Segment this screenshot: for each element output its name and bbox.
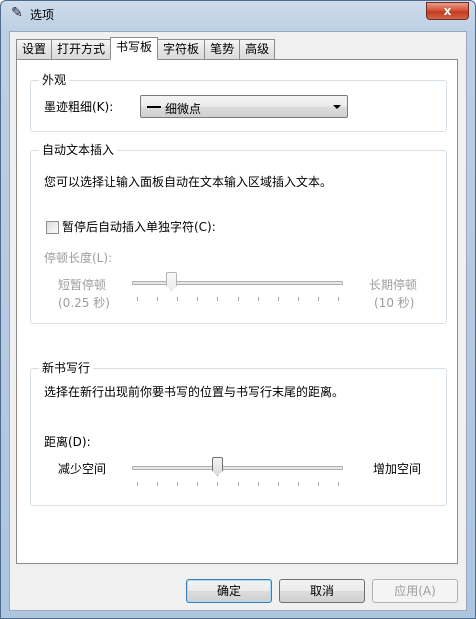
slider-tick [197,297,198,301]
slider-tick [238,482,239,486]
slider-tick [258,297,259,301]
ink-thickness-label: 墨迹粗细(K): [44,100,114,114]
pause-slider-track[interactable] [132,281,343,285]
pause-long-sublabel: (10 秒) [374,296,415,310]
tab-advanced[interactable]: 高级 [239,39,276,60]
pause-short-label: 短暂停顿 [58,278,107,292]
slider-tick [217,297,218,301]
distance-slider-track[interactable] [132,466,343,470]
slider-tick [338,482,339,486]
pause-short-sublabel: (0.25 秒) [58,296,110,310]
slider-tick [177,482,178,486]
tab-open-method[interactable]: 打开方式 [51,39,112,60]
slider-tick [197,482,198,486]
chevron-down-icon [333,105,341,109]
slider-tick [137,482,138,486]
pause-length-label: 停顿长度(L): [44,251,113,265]
new-line-group-title: 新书写行 [39,361,94,375]
slider-tick [137,297,138,301]
new-line-description: 选择在新行出现前你要书写的位置与书写行末尾的距离。 [44,385,345,399]
slider-tick [278,297,279,301]
distance-label: 距离(D): [44,435,91,449]
apply-button[interactable]: 应用(A) [372,579,458,603]
tab-character-pad[interactable]: 字符板 [157,39,206,60]
dialog-client-area: 设置 打开方式 书写板 字符板 笔势 高级 外观 墨迹粗细(K): 细微点 自动… [9,31,467,611]
auto-insert-description: 您可以选择让输入面板自动在文本输入区域插入文本。 [44,175,333,189]
new-line-group: 新书写行 选择在新行出现前你要书写的位置与书写行末尾的距离。 距离(D): 减少… [30,361,447,506]
pause-slider-ticks [132,297,343,301]
options-dialog: ✎ 选项 x 设置 打开方式 书写板 字符板 笔势 高级 外观 墨迹粗细(K):… [0,0,476,619]
appearance-group-title: 外观 [39,73,70,87]
auto-insert-group-title: 自动文本插入 [39,143,118,157]
slider-tick [298,482,299,486]
slider-tick [338,297,339,301]
slider-tick [157,482,158,486]
title-bar[interactable]: ✎ 选项 x [1,1,475,27]
tab-panel-writing-pad: 外观 墨迹粗细(K): 细微点 自动文本插入 您可以选择让输入面板自动在文本输入… [16,59,458,564]
pause-long-label: 长期停顿 [369,278,418,292]
distance-slider-ticks [132,482,343,486]
pause-slider-thumb[interactable] [166,272,177,291]
more-space-label: 增加空间 [373,462,422,476]
appearance-group: 外观 墨迹粗细(K): 细微点 [30,73,447,132]
auto-insert-group: 自动文本插入 您可以选择让输入面板自动在文本输入区域插入文本。 暂停后自动插入单… [30,143,447,324]
pen-options-icon: ✎ [11,5,23,21]
window-title: 选项 [30,8,55,22]
slider-tick [177,297,178,301]
close-button[interactable]: x [426,2,469,20]
cancel-button[interactable]: 取消 [279,579,365,603]
distance-slider-thumb[interactable] [212,457,223,476]
slider-tick [258,482,259,486]
tab-strip: 设置 打开方式 书写板 字符板 笔势 高级 [16,37,276,60]
slider-tick [238,297,239,301]
ink-thickness-value: 细微点 [165,102,202,116]
ink-thickness-preview-icon [147,106,161,108]
tab-writing-pad[interactable]: 书写板 [110,37,159,60]
slider-tick [278,482,279,486]
less-space-label: 减少空间 [58,462,107,476]
ink-thickness-dropdown[interactable]: 细微点 [140,95,348,118]
tab-settings[interactable]: 设置 [16,39,53,60]
ok-button[interactable]: 确定 [186,579,272,603]
auto-insert-checkbox-label[interactable]: 暂停后自动插入单独字符(C): [62,220,216,234]
auto-insert-checkbox[interactable] [46,221,59,234]
slider-tick [217,482,218,486]
tab-gestures[interactable]: 笔势 [204,39,241,60]
slider-tick [318,297,319,301]
slider-tick [318,482,319,486]
slider-tick [298,297,299,301]
slider-tick [157,297,158,301]
